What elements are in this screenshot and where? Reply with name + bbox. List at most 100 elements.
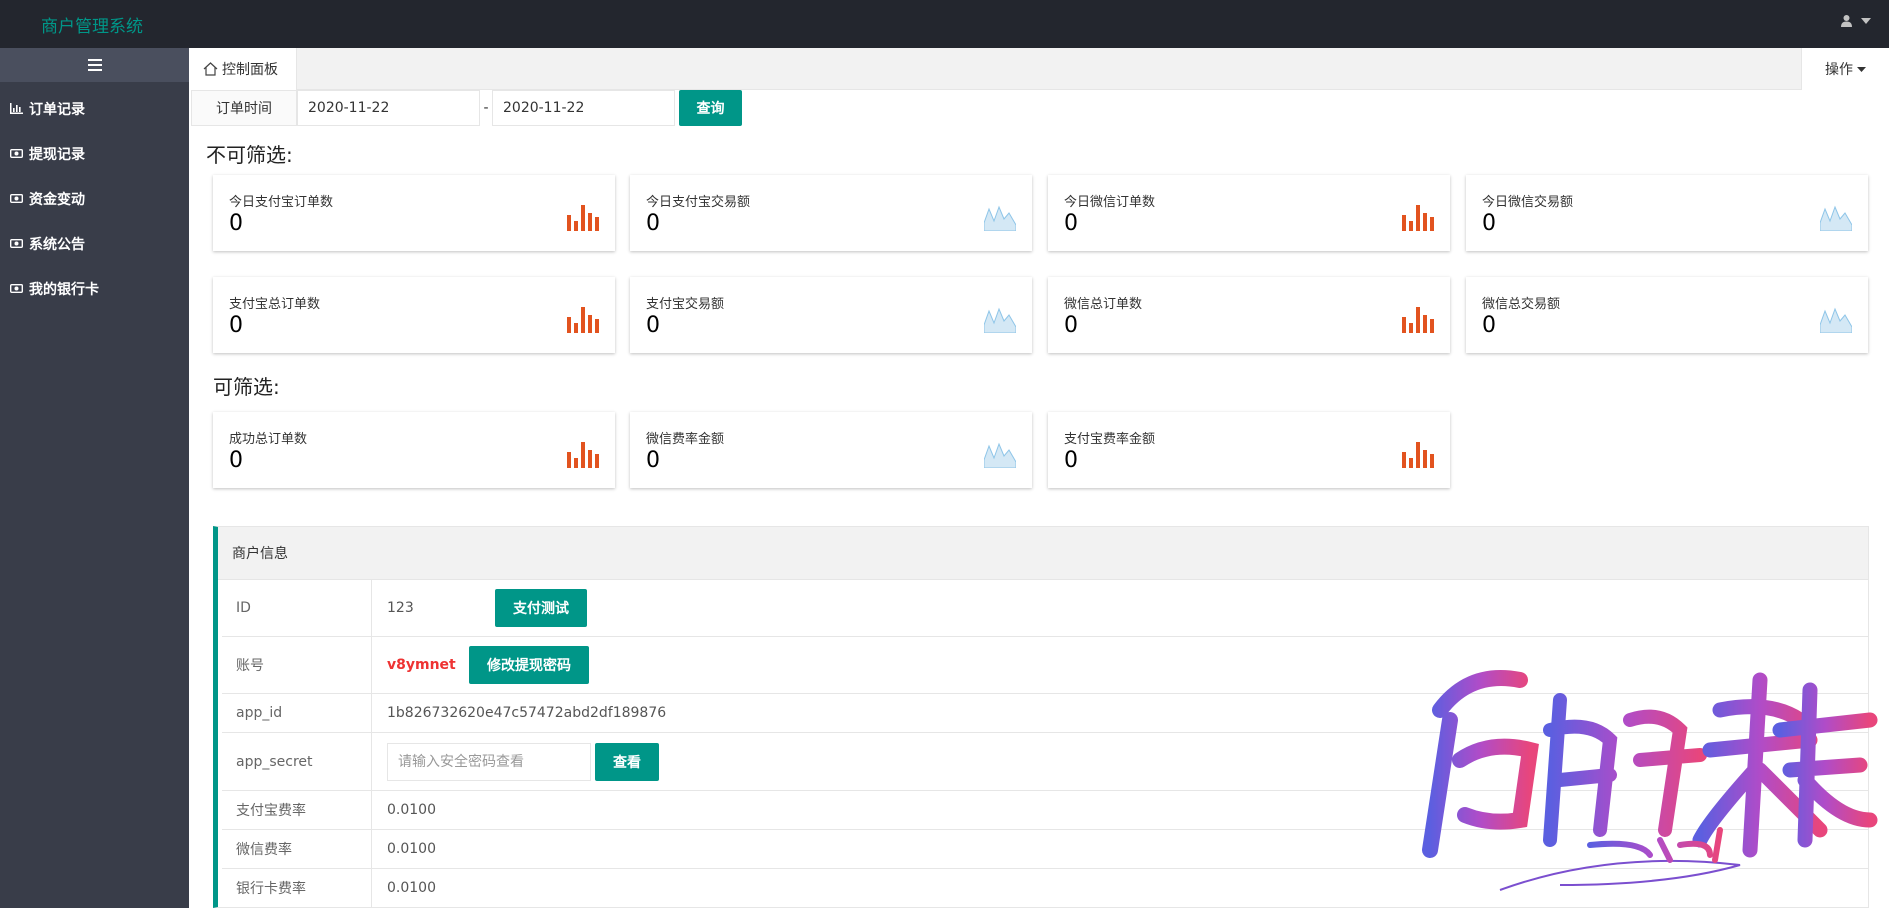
row-label: app_id	[222, 694, 372, 732]
sidebar-item-label: 提现记录	[29, 146, 85, 163]
stat-value: 0	[1064, 313, 1078, 338]
stat-card: 微信总交易额 0	[1466, 277, 1868, 353]
sidebar-item-withdrawals[interactable]: 提现记录	[0, 131, 189, 176]
row-label: 账号	[222, 637, 372, 693]
sidebar-item-fund-changes[interactable]: 资金变动	[0, 176, 189, 221]
merchant-row-app-id: app_id 1b826732620e47c57472abd2df189876	[222, 694, 1868, 733]
bar-chart-icon	[567, 205, 599, 231]
change-withdraw-password-button[interactable]: 修改提现密码	[469, 646, 589, 684]
operations-label: 操作	[1825, 62, 1853, 78]
operations-dropdown[interactable]: 操作	[1801, 48, 1889, 90]
stat-card: 今日微信交易额 0	[1466, 175, 1868, 251]
end-date-input[interactable]	[492, 90, 675, 126]
merchant-row-wechat-rate: 微信费率 0.0100	[222, 830, 1868, 869]
unfiltered-section-title: 不可筛选:	[206, 143, 293, 167]
area-chart-icon	[1820, 307, 1852, 333]
menu-icon	[87, 59, 102, 71]
stat-value: 0	[1064, 448, 1078, 473]
row-label: 微信费率	[222, 830, 372, 868]
row-label: 银行卡费率	[222, 869, 372, 907]
bar-chart-icon	[567, 442, 599, 468]
merchant-id-value: 123	[387, 600, 414, 616]
stat-label: 今日微信交易额	[1482, 195, 1574, 210]
row-label: app_secret	[222, 733, 372, 790]
bar-chart-icon	[1402, 442, 1434, 468]
app-id-value: 1b826732620e47c57472abd2df189876	[387, 705, 667, 721]
stat-card: 支付宝交易额 0	[630, 277, 1032, 353]
home-icon	[203, 62, 218, 76]
sidebar-item-orders[interactable]: 订单记录	[0, 86, 189, 131]
row-label: ID	[222, 580, 372, 636]
stat-value: 0	[1482, 313, 1496, 338]
start-date-input[interactable]	[297, 90, 480, 126]
filtered-section-title: 可筛选:	[213, 375, 280, 399]
stat-label: 今日微信订单数	[1064, 195, 1156, 210]
secret-password-input[interactable]	[387, 742, 591, 781]
user-icon	[1841, 15, 1852, 27]
sidebar-item-bank-cards[interactable]: 我的银行卡	[0, 266, 189, 311]
area-chart-icon	[984, 205, 1016, 231]
sidebar-item-label: 系统公告	[29, 236, 85, 253]
caret-down-icon	[1861, 17, 1871, 24]
query-button[interactable]: 查询	[679, 90, 742, 126]
money-icon	[10, 149, 23, 158]
money-icon	[10, 239, 23, 248]
stat-value: 0	[646, 211, 660, 236]
merchant-row-id: ID 123 支付测试	[222, 580, 1868, 637]
stat-label: 支付宝交易额	[646, 297, 725, 312]
stat-value: 0	[646, 313, 660, 338]
bar-chart-icon	[1402, 205, 1434, 231]
tab-bar: 控制面板 操作	[189, 48, 1889, 90]
sidebar-item-label: 我的银行卡	[29, 281, 99, 298]
tab-dashboard[interactable]: 控制面板	[189, 48, 297, 90]
sidebar-item-announcements[interactable]: 系统公告	[0, 221, 189, 266]
stat-card: 成功总订单数 0	[213, 412, 615, 488]
stat-label: 成功总订单数	[229, 432, 308, 447]
sidebar-item-label: 订单记录	[29, 101, 85, 118]
tab-label: 控制面板	[222, 62, 278, 78]
money-icon	[10, 284, 23, 293]
stat-label: 今日支付宝订单数	[229, 195, 334, 210]
bar-chart-icon	[10, 103, 23, 114]
view-secret-button[interactable]: 查看	[595, 742, 659, 781]
area-chart-icon	[984, 307, 1016, 333]
stat-value: 0	[229, 313, 243, 338]
date-filter: 订单时间 - 查询	[191, 90, 742, 126]
top-bar: 商户管理系统	[0, 0, 1889, 48]
stat-label: 微信费率金额	[646, 432, 725, 447]
stat-value: 0	[1482, 211, 1496, 236]
money-icon	[10, 194, 23, 203]
stat-card: 微信费率金额 0	[630, 412, 1032, 488]
stat-card: 今日微信订单数 0	[1048, 175, 1450, 251]
caret-down-icon	[1857, 66, 1866, 72]
bank-rate-value: 0.0100	[387, 880, 436, 896]
panel-title: 商户信息	[218, 527, 1868, 580]
alipay-rate-value: 0.0100	[387, 802, 436, 818]
stat-label: 微信总订单数	[1064, 297, 1143, 312]
bar-chart-icon	[1402, 307, 1434, 333]
date-separator: -	[483, 100, 489, 116]
pay-test-button[interactable]: 支付测试	[495, 589, 587, 627]
stat-value: 0	[1064, 211, 1078, 236]
row-label: 支付宝费率	[222, 791, 372, 829]
stat-card: 支付宝总订单数 0	[213, 277, 615, 353]
stat-label: 支付宝总订单数	[229, 297, 321, 312]
app-title[interactable]: 商户管理系统	[41, 12, 143, 37]
stat-label: 今日支付宝交易额	[646, 195, 751, 210]
stat-card: 今日支付宝订单数 0	[213, 175, 615, 251]
order-time-label: 订单时间	[191, 90, 297, 126]
user-menu[interactable]	[1840, 14, 1871, 27]
wechat-rate-value: 0.0100	[387, 841, 436, 857]
stat-card: 今日支付宝交易额 0	[630, 175, 1032, 251]
stat-value: 0	[229, 448, 243, 473]
merchant-info-panel: 商户信息 ID 123 支付测试 账号 v8ymnet 修改提现密码 app_i…	[213, 526, 1869, 908]
stat-value: 0	[229, 211, 243, 236]
merchant-row-bank-rate: 银行卡费率 0.0100	[222, 869, 1868, 907]
merchant-row-app-secret: app_secret 查看	[222, 733, 1868, 791]
area-chart-icon	[1820, 205, 1852, 231]
stat-label: 微信总交易额	[1482, 297, 1561, 312]
sidebar-item-label: 资金变动	[29, 191, 85, 208]
sidebar-toggle[interactable]	[0, 48, 189, 82]
area-chart-icon	[984, 442, 1016, 468]
sidebar: 订单记录 提现记录 资金变动 系统公告 我的银行卡	[0, 48, 189, 908]
